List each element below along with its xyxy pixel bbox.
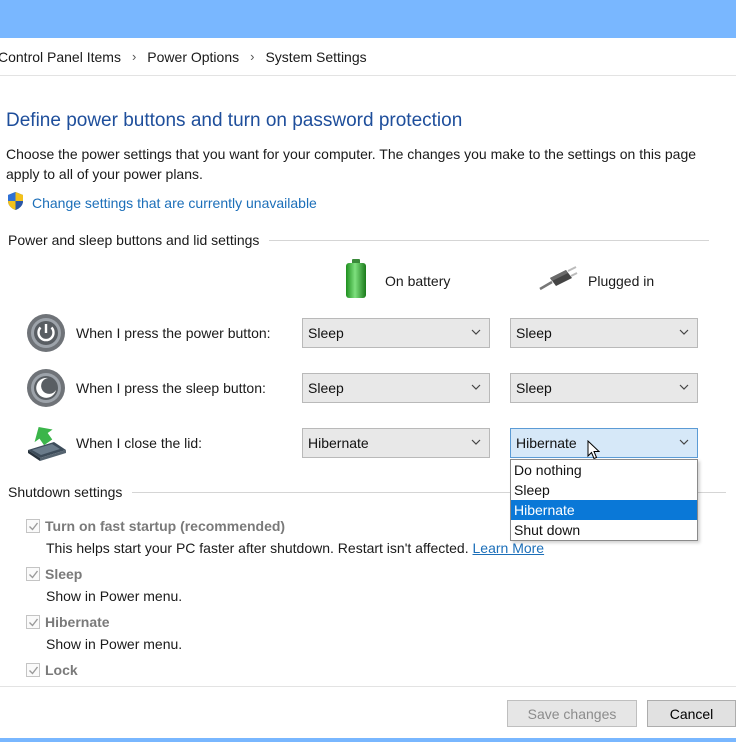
plugged-column-label: Plugged in (588, 272, 655, 289)
fast-startup-label: Turn on fast startup (recommended) (45, 518, 286, 534)
hibernate-option-label: Hibernate (45, 614, 110, 630)
chevron-down-icon (679, 329, 689, 335)
chevron-down-icon (471, 384, 481, 390)
lid-close-dropdown-list: Do nothing Sleep Hibernate Shut down (510, 459, 698, 541)
sleep-checkbox[interactable] (26, 567, 40, 581)
lid-close-plugged-select[interactable]: Hibernate (510, 428, 698, 458)
breadcrumb-separator: › (131, 49, 137, 64)
lock-checkbox-row[interactable]: Lock (26, 662, 78, 678)
sleep-checkbox-row[interactable]: Sleep (26, 566, 82, 582)
dropdown-option-sleep[interactable]: Sleep (511, 480, 697, 500)
lid-close-label: When I close the lid: (76, 435, 203, 451)
change-settings-link[interactable]: Change settings that are currently unava… (6, 191, 317, 214)
lock-option-label: Lock (45, 662, 78, 678)
battery-icon (343, 258, 369, 303)
mouse-cursor-icon (587, 439, 601, 463)
select-value: Sleep (308, 380, 344, 396)
dropdown-option-do-nothing[interactable]: Do nothing (511, 460, 697, 480)
breadcrumb-control-panel-items[interactable]: Control Panel Items (0, 49, 121, 65)
window-bottom-border (0, 738, 736, 742)
plug-icon (538, 266, 578, 295)
chevron-down-icon (679, 439, 689, 445)
power-buttons-section-header: Power and sleep buttons and lid settings (8, 232, 710, 248)
column-header-plugged: Plugged in (538, 266, 654, 295)
hibernate-checkbox-row[interactable]: Hibernate (26, 614, 110, 630)
learn-more-link[interactable]: Learn More (473, 540, 545, 556)
dropdown-option-hibernate[interactable]: Hibernate (511, 500, 697, 520)
breadcrumb-system-settings[interactable]: System Settings (265, 49, 366, 65)
sleep-icon (26, 368, 66, 411)
section-title: Shutdown settings (8, 484, 123, 500)
checkmark-icon (29, 570, 39, 579)
select-value: Hibernate (308, 435, 369, 451)
chevron-down-icon (679, 384, 689, 390)
power-icon (26, 313, 66, 356)
breadcrumb: Control Panel Items › Power Options › Sy… (0, 38, 736, 76)
battery-column-label: On battery (385, 272, 451, 289)
sleep-button-battery-select[interactable]: Sleep (302, 373, 490, 403)
lid-close-battery-select[interactable]: Hibernate (302, 428, 490, 458)
section-title: Power and sleep buttons and lid settings (8, 232, 260, 248)
fast-startup-checkbox-row[interactable]: Turn on fast startup (recommended) (26, 518, 285, 534)
breadcrumb-power-options[interactable]: Power Options (147, 49, 239, 65)
select-value: Sleep (516, 380, 552, 396)
chevron-down-icon (471, 329, 481, 335)
hibernate-option-description: Show in Power menu. (46, 636, 183, 652)
sleep-option-label: Sleep (45, 566, 83, 582)
fast-startup-help-text: This helps start your PC faster after sh… (46, 540, 469, 556)
chevron-down-icon (471, 439, 481, 445)
footer-divider (0, 686, 736, 687)
page-description: Choose the power settings that you want … (6, 146, 697, 182)
power-button-plugged-select[interactable]: Sleep (510, 318, 698, 348)
sleep-button-label: When I press the sleep button: (76, 380, 266, 396)
power-button-battery-select[interactable]: Sleep (302, 318, 490, 348)
select-value: Sleep (308, 325, 344, 341)
sleep-button-plugged-select[interactable]: Sleep (510, 373, 698, 403)
checkmark-icon (29, 666, 39, 675)
lid-icon (24, 424, 68, 465)
cancel-button[interactable]: Cancel (647, 700, 736, 727)
section-divider (269, 239, 710, 241)
power-button-label: When I press the power button: (76, 325, 271, 341)
dropdown-option-shut-down[interactable]: Shut down (511, 520, 697, 540)
change-settings-label[interactable]: Change settings that are currently unava… (32, 195, 317, 211)
page-title: Define power buttons and turn on passwor… (6, 110, 463, 131)
hibernate-checkbox[interactable] (26, 615, 40, 629)
breadcrumb-separator: › (250, 49, 255, 64)
save-changes-button[interactable]: Save changes (507, 700, 637, 727)
lock-checkbox[interactable] (26, 663, 40, 677)
fast-startup-description: This helps start your PC faster after sh… (46, 540, 544, 556)
select-value: Hibernate (516, 435, 577, 451)
checkmark-icon (29, 522, 39, 531)
checkmark-icon (29, 618, 39, 627)
fast-startup-checkbox[interactable] (26, 519, 40, 533)
uac-shield-icon (6, 191, 25, 214)
window-titlebar (0, 0, 736, 38)
sleep-option-description: Show in Power menu. (46, 588, 183, 604)
column-header-battery: On battery (343, 258, 450, 303)
select-value: Sleep (516, 325, 552, 341)
